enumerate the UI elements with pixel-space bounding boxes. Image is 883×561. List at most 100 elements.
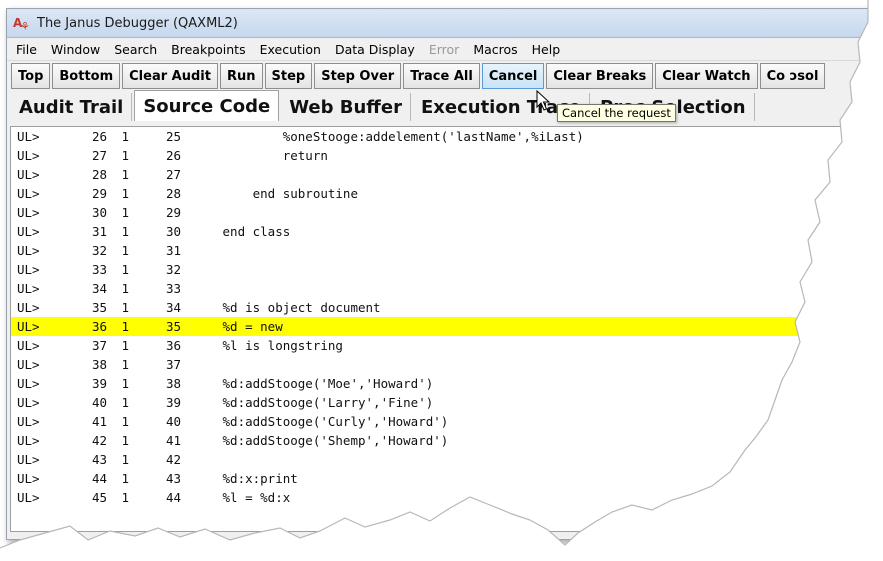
code-line-level: 1 — [121, 357, 129, 372]
code-line-prefix: UL> — [17, 167, 40, 182]
code-line-number: 32 — [91, 243, 107, 258]
run-button[interactable]: Run — [219, 63, 263, 89]
code-line-prefix: UL> — [17, 471, 40, 486]
menu-macros[interactable]: Macros — [466, 42, 524, 57]
menu-help[interactable]: Help — [525, 42, 568, 57]
code-line-number: 41 — [91, 414, 107, 429]
code-line[interactable]: UL> 42 1 41 %d:addStooge('Shemp','Howard') — [11, 431, 861, 450]
menu-window[interactable]: Window — [44, 42, 107, 57]
clear-breaks-button[interactable]: Clear Breaks — [546, 63, 654, 89]
cancel-button[interactable]: Cancel — [481, 63, 545, 89]
code-line-text: return — [215, 148, 328, 163]
tab-audit-trail[interactable]: Audit Trail — [11, 93, 133, 121]
code-line-level: 1 — [121, 129, 129, 144]
code-line-prefix: UL> — [17, 281, 40, 296]
menu-execution[interactable]: Execution — [253, 42, 328, 57]
code-line-prefix: UL> — [17, 129, 40, 144]
code-line[interactable]: UL> 32 1 31 — [11, 241, 861, 260]
code-line-level: 1 — [121, 167, 129, 182]
code-source-line-number: 39 — [165, 395, 181, 410]
code-line-prefix: UL> — [17, 433, 40, 448]
title-bar: A ⚘ The Janus Debugger (QAXML2) — [7, 9, 875, 38]
code-line[interactable]: UL> 45 1 44 %l = %d:x — [11, 488, 861, 507]
code-line-text: %d is object document — [215, 300, 381, 315]
code-line-number: 40 — [91, 395, 107, 410]
code-line-number: 36 — [91, 319, 107, 334]
code-line-level: 1 — [121, 281, 129, 296]
code-line-number: 39 — [91, 376, 107, 391]
code-line-level: 1 — [121, 224, 129, 239]
code-line-level: 1 — [121, 205, 129, 220]
janus-app-icon: A ⚘ — [13, 16, 30, 32]
code-source-line-number: 41 — [165, 433, 181, 448]
clear-watch-button[interactable]: Clear Watch — [655, 63, 758, 89]
code-line-text: end subroutine — [215, 186, 358, 201]
code-source-line-number: 27 — [165, 167, 181, 182]
code-line-text: %d:x:print — [215, 471, 298, 486]
code-line-level: 1 — [121, 338, 129, 353]
code-line-prefix: UL> — [17, 338, 40, 353]
code-line-level: 1 — [121, 376, 129, 391]
code-lines: UL> 26 1 25 %oneStooge:addelement('lastName… — [11, 127, 861, 507]
code-line-prefix: UL> — [17, 262, 40, 277]
code-source-line-number: 35 — [165, 319, 181, 334]
code-line-text: %d:addStooge('Moe','Howard') — [215, 376, 434, 391]
code-line[interactable]: UL> 44 1 43 %d:x:print — [11, 469, 861, 488]
code-line[interactable]: UL> 43 1 42 — [11, 450, 861, 469]
code-line-number: 30 — [91, 205, 107, 220]
top-button[interactable]: Top — [11, 63, 51, 89]
code-line-level: 1 — [121, 414, 129, 429]
code-line-current[interactable]: UL> 36 1 35 %d = new — [11, 317, 861, 336]
code-line-number: 43 — [91, 452, 107, 467]
bottom-button[interactable]: Bottom — [52, 63, 121, 89]
code-line-level: 1 — [121, 319, 129, 334]
code-line[interactable]: UL> 27 1 26 return — [11, 146, 861, 165]
code-line[interactable]: UL> 37 1 36 %l is longstring — [11, 336, 861, 355]
console-button[interactable]: Co ɔsol — [759, 63, 826, 89]
source-code-panel[interactable]: UL> 26 1 25 %oneStooge:addelement('lastName… — [10, 126, 862, 532]
code-line-level: 1 — [121, 243, 129, 258]
menu-data-display[interactable]: Data Display — [328, 42, 422, 57]
trace-all-button[interactable]: Trace All — [403, 63, 480, 89]
code-line-text: %d:addStooge('Shemp','Howard') — [215, 433, 449, 448]
code-line[interactable]: UL> 41 1 40 %d:addStooge('Curly','Howard') — [11, 412, 861, 431]
step-button[interactable]: Step — [264, 63, 313, 89]
code-line-text: end class — [215, 224, 291, 239]
code-line[interactable]: UL> 28 1 27 — [11, 165, 861, 184]
code-line-level: 1 — [121, 471, 129, 486]
code-line-number: 34 — [91, 281, 107, 296]
code-line-number: 37 — [91, 338, 107, 353]
code-line[interactable]: UL> 33 1 32 — [11, 260, 861, 279]
code-line[interactable]: UL> 35 1 34 %d is object document — [11, 298, 861, 317]
code-line[interactable]: UL> 30 1 29 — [11, 203, 861, 222]
code-line[interactable]: UL> 26 1 25 %oneStooge:addelement('lastName… — [11, 127, 861, 146]
code-line[interactable]: UL> 31 1 30 end class — [11, 222, 861, 241]
menu-file[interactable]: File — [9, 42, 44, 57]
tab-source-code[interactable]: Source Code — [134, 90, 280, 121]
code-line-prefix: UL> — [17, 376, 40, 391]
code-line-prefix: UL> — [17, 243, 40, 258]
menu-breakpoints[interactable]: Breakpoints — [164, 42, 252, 57]
tab-web-buffer[interactable]: Web Buffer — [281, 93, 411, 121]
code-source-line-number: 36 — [165, 338, 181, 353]
menu-search[interactable]: Search — [107, 42, 164, 57]
code-source-line-number: 31 — [165, 243, 181, 258]
code-line-text: %l = %d:x — [215, 490, 291, 505]
code-line[interactable]: UL> 29 1 28 end subroutine — [11, 184, 861, 203]
clear-audit-button[interactable]: Clear Audit — [122, 63, 218, 89]
code-line-prefix: UL> — [17, 148, 40, 163]
code-source-line-number: 38 — [165, 376, 181, 391]
code-source-line-number: 28 — [165, 186, 181, 201]
code-line-number: 27 — [91, 148, 107, 163]
step-over-button[interactable]: Step Over — [314, 63, 402, 89]
menu-error: Error — [428, 41, 460, 57]
code-line-level: 1 — [121, 262, 129, 277]
code-line[interactable]: UL> 34 1 33 — [11, 279, 861, 298]
code-line-text: %d:addStooge('Larry','Fine') — [215, 395, 434, 410]
code-source-line-number: 30 — [165, 224, 181, 239]
code-line[interactable]: UL> 39 1 38 %d:addStooge('Moe','Howard') — [11, 374, 861, 393]
code-line-level: 1 — [121, 490, 129, 505]
code-line[interactable]: UL> 38 1 37 — [11, 355, 861, 374]
code-line-prefix: UL> — [17, 319, 40, 334]
code-line[interactable]: UL> 40 1 39 %d:addStooge('Larry','Fine') — [11, 393, 861, 412]
